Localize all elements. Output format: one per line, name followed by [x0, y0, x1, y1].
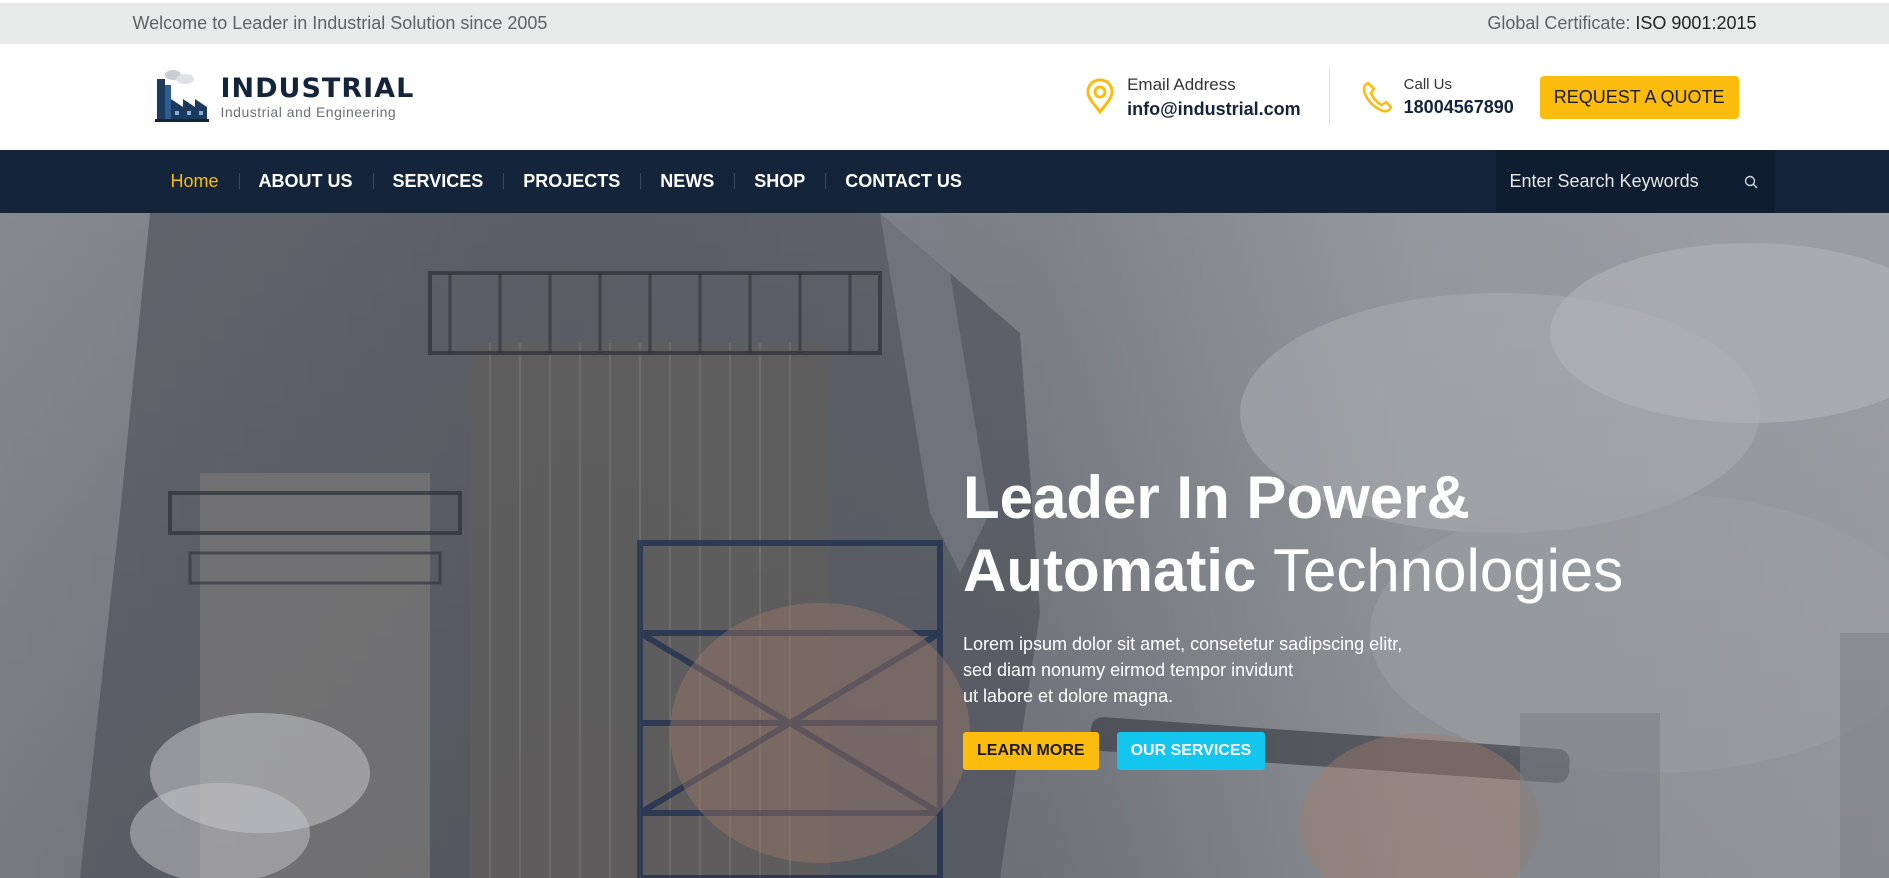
hero-text-line2: sed diam nonumy eirmod tempor invidunt [963, 660, 1294, 680]
call-value[interactable]: 18004567890 [1404, 97, 1514, 118]
email-label: Email Address [1127, 74, 1236, 94]
phone-icon [1360, 77, 1394, 117]
hero-text-line1: Lorem ipsum dolor sit amet, consetetur s… [963, 634, 1403, 654]
hero-description: Lorem ipsum dolor sit amet, consetetur s… [963, 631, 1403, 709]
nav-item-news[interactable]: NEWS [640, 171, 734, 192]
certificate-label: Global Certificate: [1487, 13, 1631, 33]
hero-title-line1: Leader In Power& [963, 464, 1470, 531]
email-value[interactable]: info@industrial.com [1127, 99, 1301, 120]
site-header: INDUSTRIAL Industrial and Engineering Em… [0, 44, 1889, 150]
nav-item-projects[interactable]: PROJECTS [503, 171, 640, 192]
hero-title-bold: Automatic [963, 537, 1257, 604]
factory-icon [154, 70, 209, 122]
site-logo[interactable]: INDUSTRIAL Industrial and Engineering [151, 67, 415, 127]
top-bar: Welcome to Leader in Industrial Solution… [0, 0, 1889, 44]
welcome-text: Welcome to Leader in Industrial Solution… [132, 13, 548, 33]
hero-text-line3: ut labore et dolore magna. [963, 686, 1174, 706]
nav-item-about-us[interactable]: ABOUT US [238, 171, 373, 192]
nav-item-shop[interactable]: SHOP [734, 171, 825, 192]
certificate-value: ISO 9001:2015 [1635, 13, 1757, 33]
search-box [1495, 150, 1775, 213]
nav-menu: Home ABOUT US SERVICES PROJECTS NEWS SHO… [171, 171, 982, 192]
hero-buttons: LEARN MORE OUR SERVICES [963, 732, 1623, 770]
hero-content: Leader In Power& Automatic Technologies … [963, 461, 1623, 770]
logo-title: INDUSTRIAL [220, 73, 415, 104]
learn-more-button[interactable]: LEARN MORE [963, 732, 1099, 770]
request-quote-button[interactable]: REQUEST A QUOTE [1539, 75, 1739, 119]
hero-title: Leader In Power& Automatic Technologies [963, 461, 1623, 607]
location-pin-icon [1083, 77, 1117, 117]
nav-item-home[interactable]: Home [171, 171, 239, 192]
search-input[interactable] [1509, 171, 1730, 192]
nav-item-contact-us[interactable]: CONTACT US [825, 171, 982, 192]
phone-contact: Call Us 18004567890 [1330, 76, 1514, 118]
our-services-button[interactable]: OUR SERVICES [1116, 732, 1266, 770]
certificate-info: Global Certificate: ISO 9001:2015 [1487, 13, 1756, 34]
header-contacts: Email Address info@industrial.com Call U… [1083, 69, 1756, 125]
email-contact: Email Address info@industrial.com [1083, 69, 1330, 125]
hero-title-line2: Automatic Technologies [963, 534, 1623, 607]
logo-text: INDUSTRIAL Industrial and Engineering [220, 73, 415, 121]
call-label: Call Us [1403, 76, 1452, 93]
search-icon[interactable] [1741, 172, 1761, 192]
main-nav: Home ABOUT US SERVICES PROJECTS NEWS SHO… [0, 150, 1889, 213]
hero-banner: Leader In Power& Automatic Technologies … [0, 213, 1889, 878]
hero-title-light: Technologies [1273, 537, 1624, 604]
nav-item-services[interactable]: SERVICES [372, 171, 504, 192]
logo-subtitle: Industrial and Engineering [220, 104, 397, 120]
